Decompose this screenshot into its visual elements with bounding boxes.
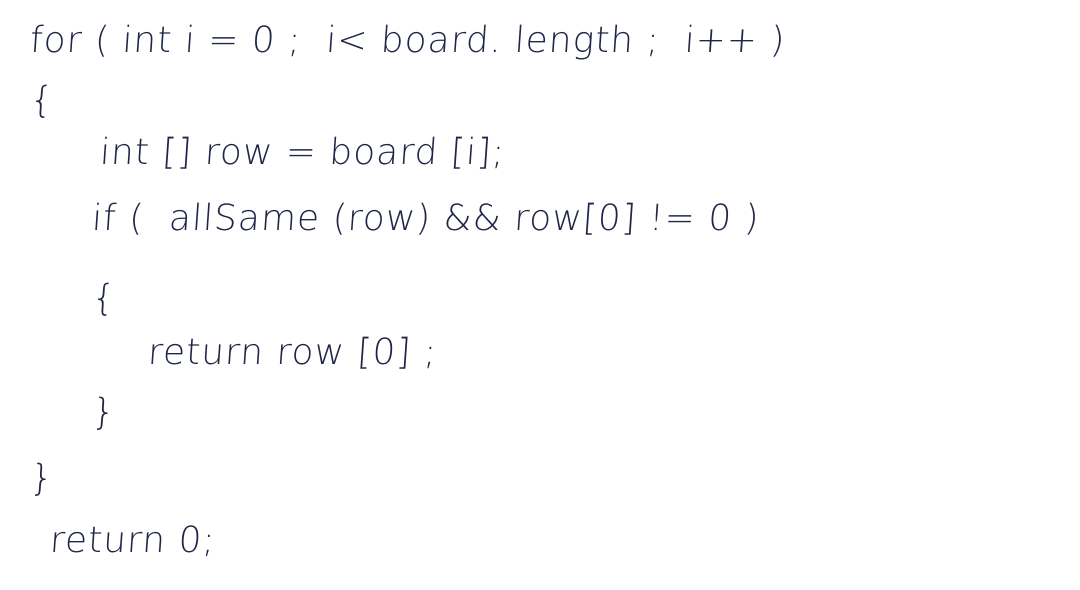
code-line-row-decl: int [] row = board [i]; [98,132,507,173]
code-line-return-row: return row [0] ; [146,332,439,373]
code-line-for-loop: for ( int i = 0 ; i< board. length ; i++… [28,20,787,61]
code-line-open-brace: { [28,80,56,121]
code-line-return-zero: return 0; [48,520,217,561]
code-line-if-close-brace: } [90,392,118,433]
code-line-if: if ( allSame (row) && row[0] != 0 ) [90,198,762,239]
code-line-close-brace: } [28,458,56,499]
code-line-if-open-brace: { [90,278,118,319]
